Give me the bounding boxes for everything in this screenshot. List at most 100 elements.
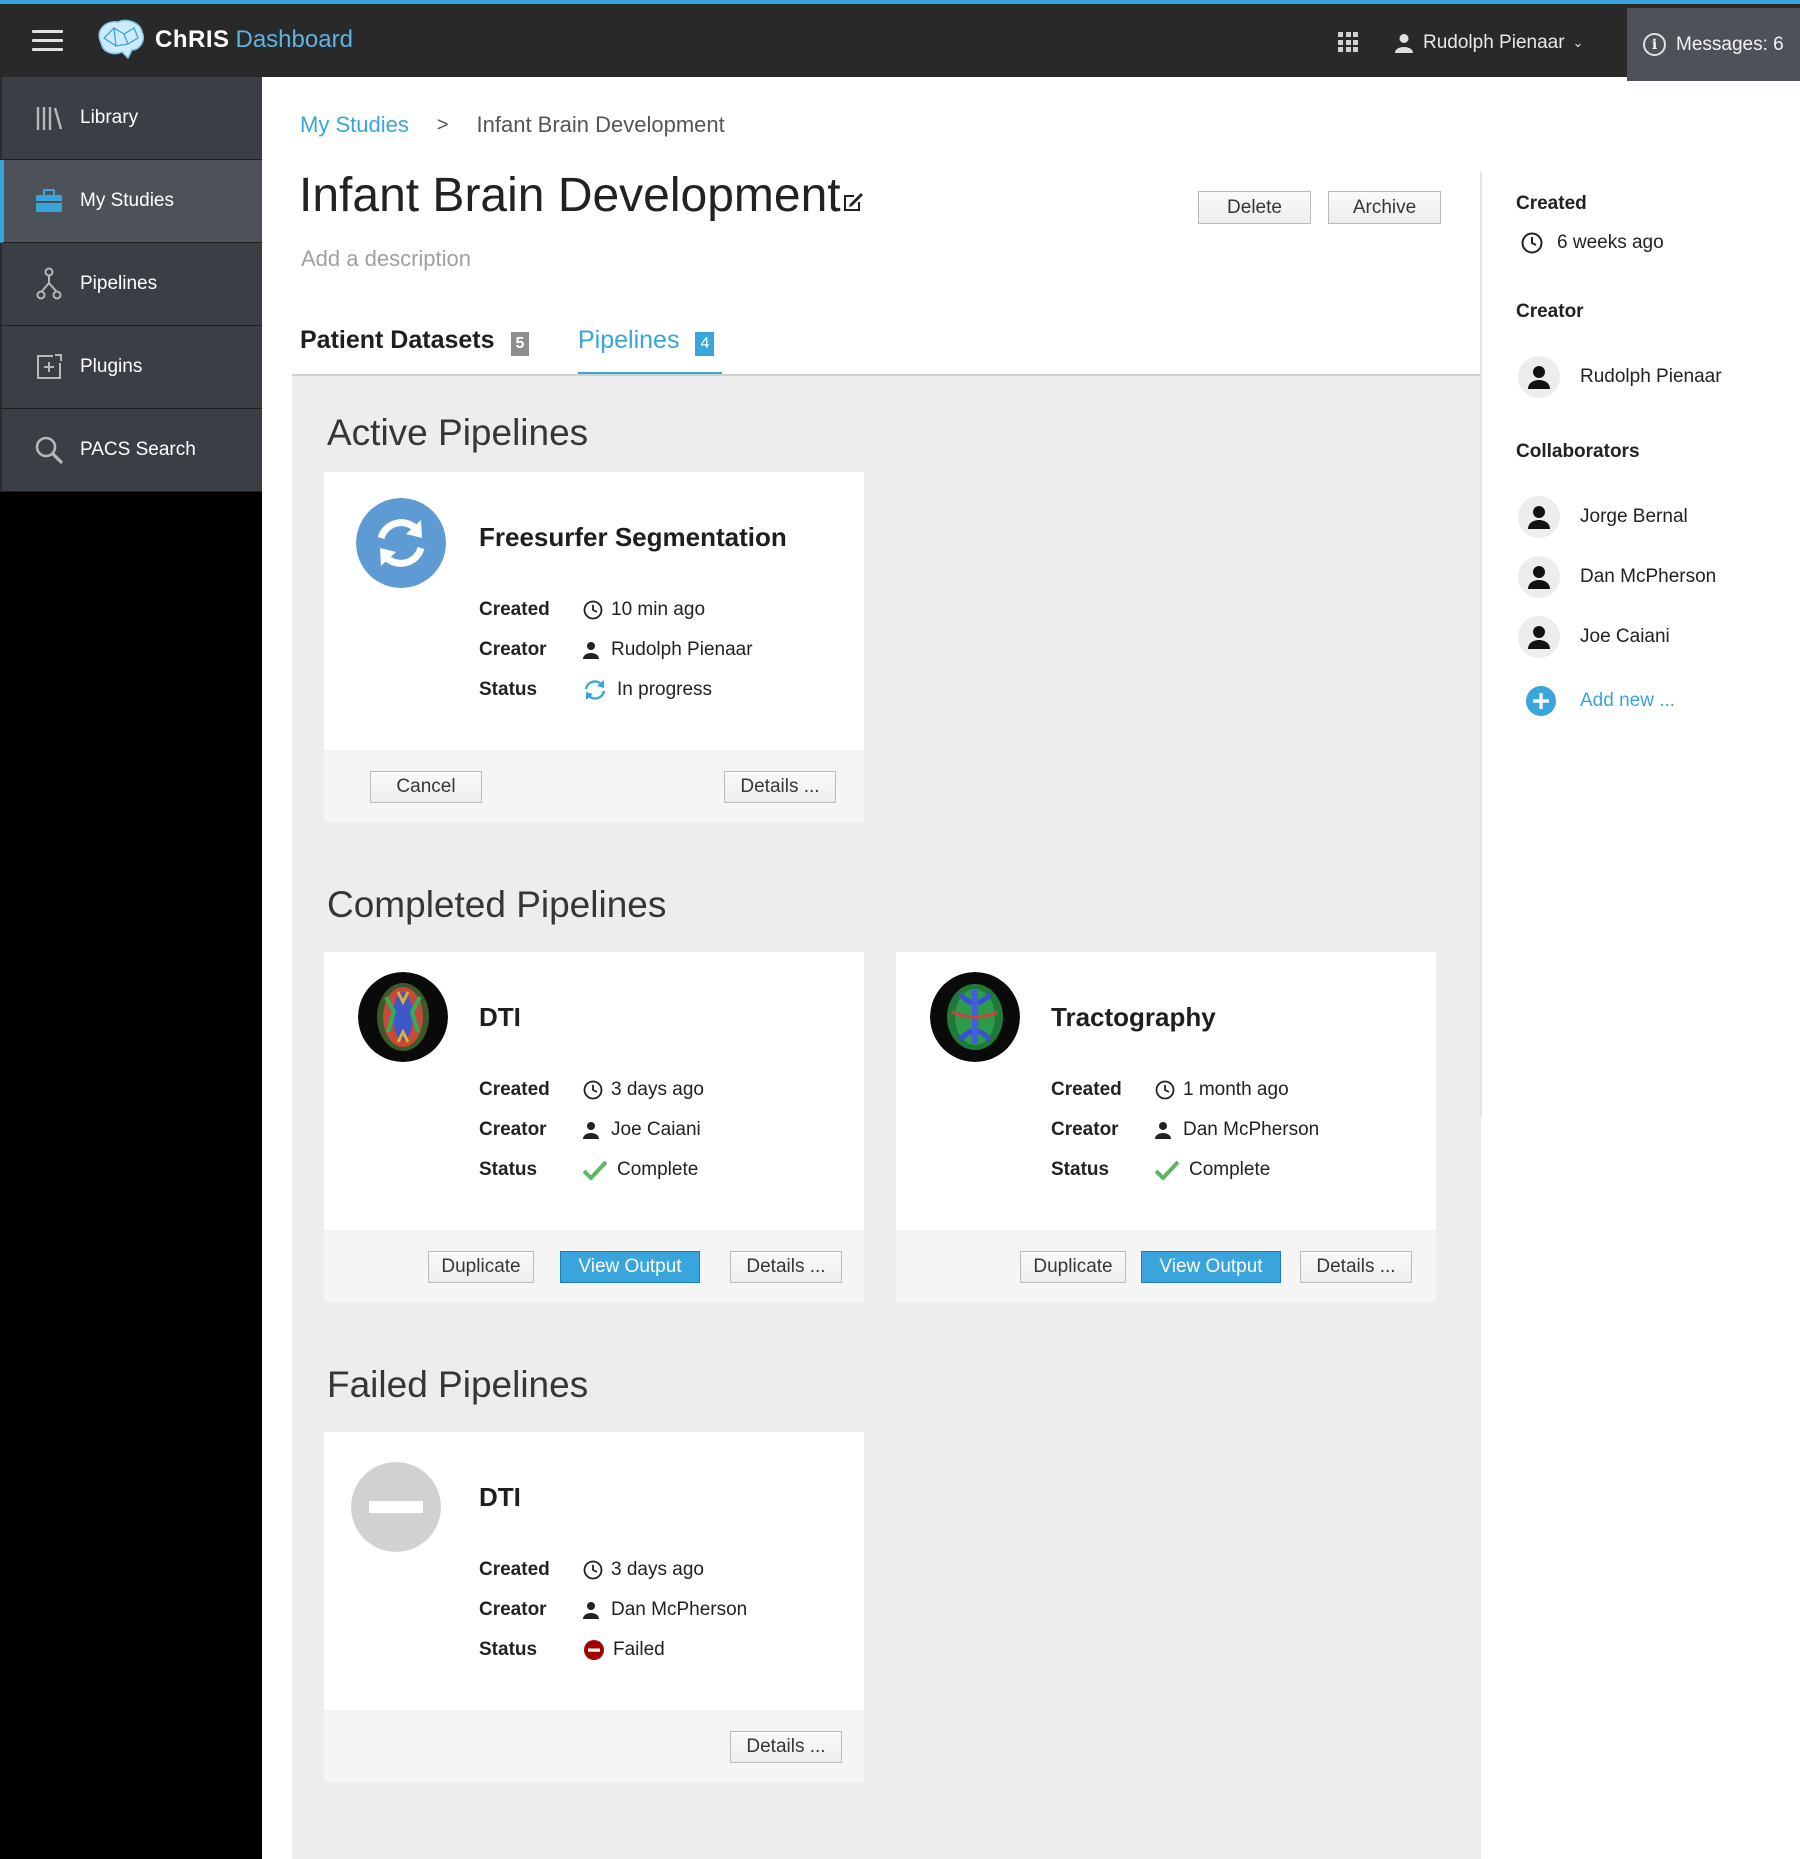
pipeline-meta: Created 3 days ago Creator Joe Caiani St… — [479, 1070, 704, 1190]
add-collaborator-button[interactable]: Add new ... — [1526, 686, 1675, 716]
tab-count-badge: 5 — [510, 332, 530, 356]
app-brand[interactable]: ChRIS Dashboard — [155, 26, 353, 54]
user-icon — [1528, 506, 1550, 529]
details-button[interactable]: Details ... — [730, 1251, 842, 1283]
top-navbar: ChRIS Dashboard Rudolph Pienaar ⌄ i Messa… — [0, 0, 1800, 81]
created-value: 1 month ago — [1183, 1079, 1289, 1100]
delete-study-button[interactable]: Delete — [1198, 191, 1311, 224]
creator-label: Creator — [479, 639, 547, 660]
check-icon — [1155, 1160, 1179, 1180]
created-heading: Created — [1516, 193, 1587, 214]
pipeline-icon — [34, 267, 64, 300]
details-button[interactable]: Details ... — [724, 771, 836, 803]
pipeline-name: Freesurfer Segmentation — [479, 522, 787, 552]
duplicate-button[interactable]: Duplicate — [428, 1251, 534, 1283]
sidebar-item-label: Plugins — [80, 356, 143, 377]
creator-label: Creator — [479, 1119, 547, 1140]
pipeline-name: Tractography — [1051, 1002, 1216, 1032]
user-icon — [583, 1602, 599, 1619]
add-new-label: Add new ... — [1580, 690, 1676, 711]
user-icon — [1395, 34, 1413, 53]
tab-patient-datasets[interactable]: Patient Datasets 5 — [300, 326, 530, 376]
app-launcher-icon[interactable] — [1338, 32, 1358, 52]
collaborator-row[interactable]: Dan McPherson — [1518, 556, 1716, 598]
creator-row: Rudolph Pienaar — [1518, 356, 1722, 398]
sidebar-item-pacs-search[interactable]: PACS Search — [0, 409, 262, 492]
sidebar-item-label: PACS Search — [80, 439, 196, 460]
archive-study-button[interactable]: Archive — [1328, 191, 1441, 224]
sidebar-item-library[interactable]: Library — [0, 77, 262, 160]
avatar — [1518, 356, 1560, 398]
details-button[interactable]: Details ... — [730, 1731, 842, 1763]
status-label: Status — [1051, 1159, 1110, 1180]
creator-value: Rudolph Pienaar — [611, 639, 753, 660]
clock-icon — [583, 1080, 603, 1100]
view-output-button[interactable]: View Output — [560, 1251, 700, 1283]
view-output-button[interactable]: View Output — [1141, 1251, 1281, 1283]
details-button[interactable]: Details ... — [1300, 1251, 1412, 1283]
pipeline-card-completed: DTI Created 3 days ago Creator Joe Caian… — [324, 952, 864, 1302]
sidebar: Library My Studies Pipelines Plugins PAC… — [0, 77, 262, 1859]
clock-icon — [583, 600, 603, 620]
brain-logo-icon — [98, 19, 144, 60]
info-icon: i — [1643, 33, 1666, 56]
user-icon — [1528, 626, 1550, 649]
creator-heading: Creator — [1516, 301, 1584, 322]
breadcrumb-my-studies-link[interactable]: My Studies — [300, 112, 409, 138]
collaborator-name: Dan McPherson — [1580, 566, 1717, 587]
creator-name: Rudolph Pienaar — [1580, 366, 1722, 387]
collaborators-heading: Collaborators — [1516, 441, 1640, 462]
pipeline-meta: Created 1 month ago Creator Dan McPherso… — [1051, 1070, 1319, 1190]
creator-value: Dan McPherson — [1183, 1119, 1320, 1140]
clock-icon — [1155, 1080, 1175, 1100]
user-icon — [1528, 566, 1550, 589]
library-icon — [34, 103, 64, 133]
details-divider — [1480, 172, 1482, 1117]
sync-icon — [356, 498, 446, 588]
collaborator-row[interactable]: Joe Caiani — [1518, 616, 1670, 658]
user-icon — [583, 642, 599, 659]
edit-icon[interactable] — [841, 190, 865, 214]
avatar — [1518, 556, 1560, 598]
search-icon — [34, 435, 64, 465]
briefcase-icon — [34, 186, 64, 216]
creator-value: Joe Caiani — [611, 1119, 701, 1140]
hamburger-menu-icon[interactable] — [32, 30, 63, 52]
sidebar-item-my-studies[interactable]: My Studies — [0, 160, 262, 243]
status-label: Status — [479, 1159, 538, 1180]
created-label: Created — [479, 599, 550, 620]
cancel-pipeline-button[interactable]: Cancel — [370, 771, 482, 803]
collaborator-name: Jorge Bernal — [1580, 506, 1688, 527]
sidebar-item-pipelines[interactable]: Pipelines — [0, 243, 262, 326]
sidebar-item-plugins[interactable]: Plugins — [0, 326, 262, 409]
created-value: 3 days ago — [611, 1559, 704, 1580]
user-menu-name: Rudolph Pienaar — [1423, 32, 1565, 53]
completed-pipelines-heading: Completed Pipelines — [327, 884, 667, 925]
user-icon — [583, 1122, 599, 1139]
page-title: Infant Brain Development — [299, 169, 841, 222]
duplicate-button[interactable]: Duplicate — [1020, 1251, 1126, 1283]
pipeline-meta: Created 3 days ago Creator Dan McPherson… — [479, 1550, 747, 1670]
creator-value: Dan McPherson — [611, 1599, 748, 1620]
dti-thumbnail — [358, 972, 448, 1062]
creator-label: Creator — [479, 1599, 547, 1620]
status-label: Status — [479, 1639, 538, 1660]
clock-icon — [583, 1560, 603, 1580]
collaborator-row[interactable]: Jorge Bernal — [1518, 496, 1688, 538]
status-value: Complete — [617, 1159, 699, 1180]
pipeline-card-active: Freesurfer Segmentation Created 10 min a… — [324, 472, 864, 822]
active-pipelines-heading: Active Pipelines — [327, 412, 589, 453]
status-label: Status — [479, 679, 538, 700]
pipeline-name: DTI — [479, 1482, 521, 1512]
add-description-field[interactable]: Add a description — [301, 246, 471, 272]
created-value: 10 min ago — [611, 599, 706, 620]
avatar — [1518, 496, 1560, 538]
messages-button[interactable]: i Messages: 6 — [1627, 8, 1800, 81]
status-value: In progress — [617, 679, 713, 700]
creator-label: Creator — [1051, 1119, 1119, 1140]
failed-pipelines-heading: Failed Pipelines — [327, 1364, 589, 1405]
avatar — [1518, 616, 1560, 658]
user-menu[interactable]: Rudolph Pienaar ⌄ — [1395, 28, 1583, 58]
tab-pipelines[interactable]: Pipelines 4 — [578, 326, 722, 376]
check-icon — [583, 1160, 607, 1180]
